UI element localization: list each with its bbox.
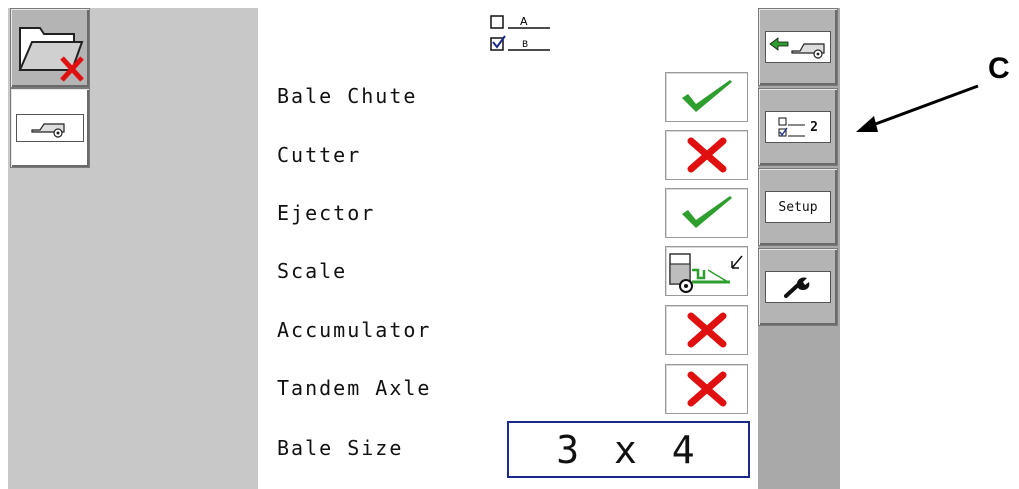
folder-with-red-x-icon <box>18 27 84 82</box>
tools-button[interactable] <box>758 248 838 326</box>
accumulator-toggle[interactable] <box>665 305 748 355</box>
bale-chute-toggle[interactable] <box>665 72 748 122</box>
red-x-icon <box>687 312 726 348</box>
scale-setting[interactable] <box>665 246 748 296</box>
row-label-tandem-axle: Tandem Axle <box>277 376 432 400</box>
wrench-icon <box>784 277 810 298</box>
header-a-label: A <box>520 15 528 28</box>
baler-scale-icon <box>668 253 743 293</box>
ejector-toggle[interactable] <box>665 188 748 238</box>
folder-cancel-button[interactable] <box>10 8 90 88</box>
back-to-baler-button[interactable] <box>758 8 838 86</box>
header-b-label: B <box>522 40 528 50</box>
red-x-icon <box>687 137 726 173</box>
setup-label: Setup <box>778 199 818 215</box>
setup-button[interactable]: Setup <box>758 168 838 246</box>
row-label-cutter: Cutter <box>277 143 362 167</box>
red-x-icon <box>687 371 726 407</box>
row-label-bale-chute: Bale Chute <box>277 84 418 108</box>
green-check-icon <box>681 196 732 228</box>
row-label-ejector: Ejector <box>277 201 376 225</box>
row-label-accumulator: Accumulator <box>277 318 432 342</box>
bale-size-field[interactable]: 3 x 4 <box>507 421 750 478</box>
cutter-toggle[interactable] <box>665 130 748 180</box>
config-page-2-button[interactable]: 2 <box>758 88 838 166</box>
callout-arrow <box>856 84 979 132</box>
green-check-icon <box>681 80 732 112</box>
back-arrow-baler-icon <box>769 37 825 59</box>
checklist-ab-icon <box>778 117 806 137</box>
checklist-ab-icon: A B <box>490 12 554 60</box>
baler-button[interactable] <box>10 88 90 168</box>
row-label-bale-size: Bale Size <box>277 436 404 460</box>
row-label-scale: Scale <box>277 259 348 283</box>
tandem-axle-toggle[interactable] <box>665 364 748 414</box>
callout-label: C <box>988 52 1010 85</box>
baler-icon <box>31 123 65 138</box>
config-page-number: 2 <box>810 119 818 135</box>
